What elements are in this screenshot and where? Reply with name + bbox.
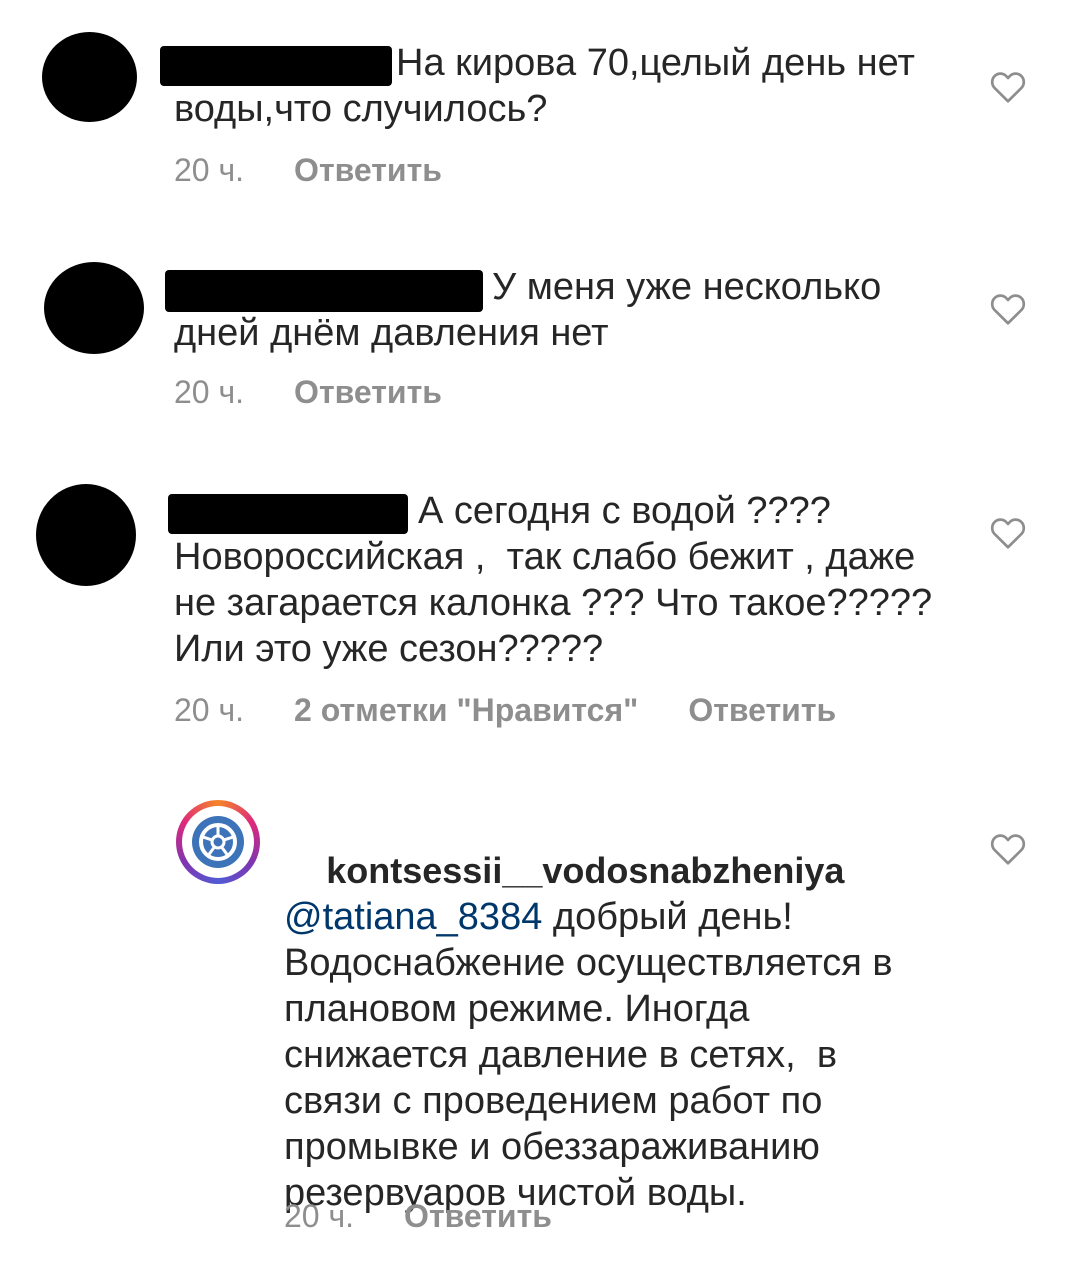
avatar-ring-inner (182, 806, 254, 878)
heart-outline-icon (990, 834, 1026, 865)
reply-button[interactable]: Ответить (294, 374, 442, 410)
likes-count-link[interactable]: 2 отметки "Нравится" (294, 692, 638, 728)
comment-meta: 20 ч. 2 отметки "Нравится" Ответить (174, 692, 836, 729)
avatar[interactable] (176, 800, 260, 884)
comment-text: У меня уже несколько дней днём давления … (174, 266, 892, 354)
comment-time: 20 ч. (174, 692, 245, 728)
comment-time: 20 ч. (174, 152, 245, 188)
comment-text: На кирова 70,целый день нет воды,что слу… (174, 42, 926, 130)
reply-meta: 20 ч. Ответить (284, 1198, 552, 1235)
avatar[interactable] (36, 484, 136, 586)
valve-wheel-logo-icon (192, 816, 244, 868)
heart-outline-icon (990, 72, 1026, 103)
reply-text: kontsessii__vodosnabzheniya @tatiana_8384… (284, 802, 924, 1262)
like-button[interactable] (990, 832, 1026, 866)
comment-text: А сегодня с водой ???? Новороссийская , … (174, 490, 943, 670)
reply-time: 20 ч. (284, 1198, 355, 1234)
reply-username[interactable]: kontsessii__vodosnabzheniya (326, 850, 844, 891)
avatar[interactable] (42, 32, 137, 122)
comment-meta: 20 ч. Ответить (174, 152, 442, 189)
like-button[interactable] (990, 292, 1026, 326)
reply-button[interactable]: Ответить (294, 152, 442, 188)
reply-button[interactable]: Ответить (688, 692, 836, 728)
comment-meta: 20 ч. Ответить (174, 374, 442, 411)
like-button[interactable] (990, 516, 1026, 550)
avatar[interactable] (44, 262, 144, 354)
heart-outline-icon (990, 518, 1026, 549)
reply-body: добрый день! Водоснабжение осуществляетс… (284, 896, 904, 1214)
heart-outline-icon (990, 294, 1026, 325)
mention-link[interactable]: @tatiana_8384 (284, 896, 542, 938)
like-button[interactable] (990, 70, 1026, 104)
reply-button[interactable]: Ответить (404, 1198, 552, 1234)
comment-time: 20 ч. (174, 374, 245, 410)
